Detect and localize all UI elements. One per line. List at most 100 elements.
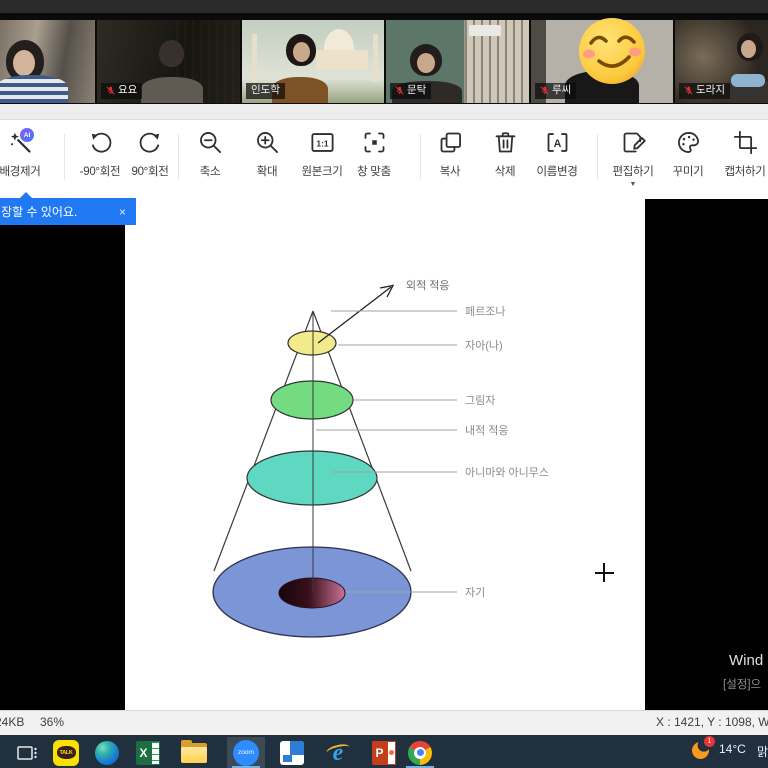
kakaotalk-icon: TALK bbox=[53, 740, 79, 766]
edge-icon bbox=[95, 741, 119, 765]
diagram-label-persona: 페르조나 bbox=[465, 305, 505, 318]
task-view-button[interactable] bbox=[8, 737, 46, 768]
fit-window-icon bbox=[361, 129, 388, 156]
taskbar-weather-widget[interactable]: 1 14°C bbox=[692, 739, 746, 759]
decorate-button[interactable]: 꾸미기 bbox=[660, 126, 716, 194]
external-adaptation-arrow bbox=[318, 287, 391, 343]
notification-badge: 1 bbox=[704, 736, 715, 747]
zoom-in-label: 확대 bbox=[257, 163, 278, 179]
zoom-in-button[interactable]: 확대 bbox=[239, 126, 295, 194]
diagram-label-ego: 자아(나) bbox=[465, 339, 503, 352]
arrow-label: 외적 적응 bbox=[406, 279, 450, 292]
zoom-app-button[interactable]: zoom bbox=[227, 737, 265, 768]
edit-button[interactable]: 편집하기 ▼ bbox=[605, 126, 661, 194]
copy-label: 복사 bbox=[440, 163, 461, 179]
trash-icon bbox=[492, 129, 519, 156]
bg-remove-button[interactable]: AI 배경제거 bbox=[0, 126, 64, 194]
diagram-label-anima-animus: 아니마와 아니무스 bbox=[465, 466, 549, 479]
internet-explorer-icon: e bbox=[325, 740, 351, 766]
rotate-ccw-button[interactable]: -90°회전 bbox=[72, 126, 128, 194]
diagram-label-self: 자기 bbox=[465, 586, 485, 599]
photo-viewer-toolbar: AI 배경제거 -90°회전 90°회전 축소 bbox=[0, 120, 768, 197]
participant-body bbox=[0, 75, 68, 103]
photo-viewer-dot bbox=[283, 755, 292, 762]
tooltip-close-icon[interactable]: × bbox=[119, 205, 126, 219]
taj-minaret bbox=[252, 34, 257, 82]
windows-taskbar: TALK X zoom bbox=[0, 735, 768, 768]
smiling-emoji-overlay bbox=[578, 16, 646, 86]
zoom-out-button[interactable]: 축소 bbox=[182, 126, 238, 194]
muted-mic-icon bbox=[395, 85, 404, 96]
zoom-in-icon bbox=[254, 129, 281, 156]
participant-face bbox=[741, 40, 756, 58]
video-tile-3[interactable]: 인도학 bbox=[242, 20, 384, 103]
original-size-button[interactable]: 1:1 원본크기 bbox=[292, 126, 352, 194]
video-tile-1[interactable] bbox=[0, 20, 95, 103]
powerpoint-slide bbox=[387, 741, 396, 765]
zoom-out-label: 축소 bbox=[200, 163, 221, 179]
viewer-statusbar: 24KB 36% X : 1421, Y : 1098, W bbox=[0, 710, 768, 735]
air-conditioner bbox=[469, 25, 501, 36]
diagram-label-shadow: 그림자 bbox=[465, 394, 495, 407]
photo-viewer-button[interactable] bbox=[273, 737, 311, 768]
copy-button[interactable]: 복사 bbox=[422, 126, 478, 194]
participant-nametag: 인도학 bbox=[246, 83, 285, 99]
photo-viewer-icon bbox=[280, 741, 304, 765]
participant-name: 문탁 bbox=[407, 84, 426, 97]
video-tile-2[interactable]: 요요 bbox=[97, 20, 240, 103]
excel-letter: X bbox=[136, 741, 151, 765]
canvas-right-panel bbox=[645, 199, 768, 710]
rotate-ccw-label: -90°회전 bbox=[80, 163, 121, 179]
rotate-cw-label: 90°회전 bbox=[131, 163, 168, 179]
chrome-icon bbox=[408, 741, 432, 765]
rotate-cw-button[interactable]: 90°회전 bbox=[122, 126, 178, 194]
kakaotalk-bubble: TALK bbox=[57, 746, 76, 759]
participant-nametag: 도라지 bbox=[679, 83, 730, 99]
participant-body bbox=[141, 77, 203, 103]
powerpoint-button[interactable]: P bbox=[365, 737, 403, 768]
participant-name: 루씨 bbox=[552, 84, 571, 97]
image-canvas[interactable]: 외적 적응 페르조나 자아(나) 그림자 내적 적응 아니마와 아니무스 자기 bbox=[0, 197, 768, 710]
taj-mahal-base bbox=[316, 50, 368, 70]
excel-button[interactable]: X bbox=[129, 737, 167, 768]
crosshair-cursor bbox=[603, 563, 605, 582]
task-view-icon bbox=[15, 741, 39, 765]
capture-label: 캡처하기 bbox=[724, 163, 765, 179]
screen: 요요 인도학 문탁 bbox=[0, 0, 768, 768]
participant-name: 인도학 bbox=[251, 84, 280, 97]
zoom-titlebar bbox=[0, 0, 768, 13]
excel-sheet bbox=[151, 741, 160, 765]
internet-explorer-button[interactable]: e bbox=[319, 737, 357, 768]
participant-nametag: 요요 bbox=[101, 83, 142, 99]
svg-text:A: A bbox=[553, 138, 561, 150]
svg-text:1:1: 1:1 bbox=[316, 138, 328, 148]
edit-doc-icon bbox=[620, 129, 647, 156]
rename-button[interactable]: A 이름변경 bbox=[525, 126, 589, 194]
bg-remove-label: 배경제거 bbox=[0, 163, 41, 179]
decorate-label: 꾸미기 bbox=[673, 163, 704, 179]
video-tile-6[interactable]: 도라지 bbox=[675, 20, 768, 103]
chrome-button[interactable] bbox=[401, 737, 439, 768]
rotate-ccw-icon bbox=[87, 129, 114, 156]
photo-viewer-band bbox=[290, 741, 304, 755]
edit-dropdown-caret: ▼ bbox=[630, 181, 637, 188]
excel-icon: X bbox=[136, 741, 160, 765]
ie-ring bbox=[325, 742, 351, 758]
powerpoint-letter: P bbox=[372, 741, 387, 765]
zoom-out-icon bbox=[197, 129, 224, 156]
file-explorer-button[interactable] bbox=[175, 737, 213, 768]
participant-nametag: 루씨 bbox=[535, 83, 576, 99]
edge-button[interactable] bbox=[88, 737, 126, 768]
toolbar-separator bbox=[178, 134, 179, 180]
video-tile-4[interactable]: 문탁 bbox=[386, 20, 529, 103]
fit-window-button[interactable]: 창 맞춤 bbox=[346, 126, 402, 194]
weather-temp: 14°C bbox=[719, 742, 746, 756]
capture-button[interactable]: 캡처하기 bbox=[714, 126, 768, 194]
diagram-label-internal-adaptation: 내적 적응 bbox=[465, 424, 509, 437]
participant-name: 도라지 bbox=[696, 84, 725, 97]
rotate-cw-icon bbox=[137, 129, 164, 156]
rename-label: 이름변경 bbox=[536, 163, 577, 179]
kakaotalk-button[interactable]: TALK bbox=[47, 737, 85, 768]
toolbar-separator bbox=[597, 134, 598, 180]
window-chrome-strip bbox=[0, 104, 768, 120]
